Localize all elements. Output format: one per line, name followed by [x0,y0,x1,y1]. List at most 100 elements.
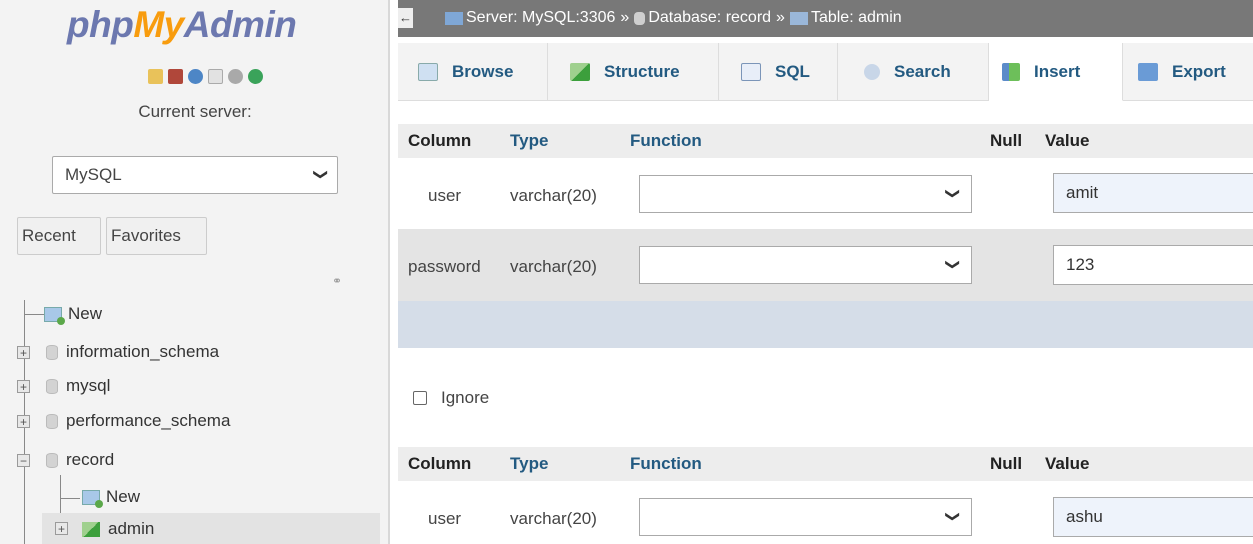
tree-item-admin[interactable]: admin [82,514,154,544]
value-input[interactable]: ashu [1053,497,1253,537]
phpmyadmin-logo[interactable]: phpMyAdmin [67,4,297,46]
tree-item-performance-schema[interactable]: performance_schema [46,406,230,436]
value-input[interactable]: amit [1053,173,1253,213]
tree-item-information-schema[interactable]: information_schema [46,337,219,367]
server-select-value: MySQL [65,165,122,184]
table-row: password varchar(20) ❯ 123 [398,229,1253,301]
value-input[interactable]: 123 [1053,245,1253,285]
tree-item-label: record [66,450,115,469]
tab-sql[interactable]: SQL [719,43,838,100]
tab-browse[interactable]: Browse [398,43,548,100]
function-header[interactable]: Function [630,454,702,474]
breadcrumb: Server: MySQL:3306 » Database: record » … [445,9,902,27]
database-icon [46,413,58,429]
expand-icon[interactable]: + [17,415,30,428]
collapse-nav-icon[interactable]: ← [398,8,413,28]
tab-label: Structure [604,61,680,81]
home-icon[interactable] [148,69,163,84]
function-select[interactable]: ❯ [639,246,972,284]
link-icon[interactable]: ⚭ [332,274,342,288]
expand-icon[interactable]: + [17,380,30,393]
expand-icon[interactable]: + [17,346,30,359]
table-header: Column Type Function Null Value [398,447,1253,481]
favorites-button[interactable]: Favorites [106,217,207,255]
database-icon [46,344,58,360]
breadcrumb-table[interactable]: Table: admin [811,9,902,27]
tree-item-label: performance_schema [66,411,231,430]
tree-item-label: admin [108,519,155,538]
reload-icon[interactable] [248,69,263,84]
chevron-down-icon: ❯ [945,258,962,271]
column-name: password [408,257,481,276]
null-header: Null [990,454,1023,473]
column-header: Column [408,454,472,473]
tab-label: Export [1172,61,1226,81]
breadcrumb-server[interactable]: Server: MySQL:3306 [466,9,615,27]
search-icon [864,63,880,80]
tab-export[interactable]: Export [1123,43,1253,100]
server-select[interactable]: MySQL ❯ [52,156,338,194]
collapse-icon[interactable]: − [17,454,30,467]
tab-label: Search [894,61,951,81]
tab-label: Browse [452,61,514,81]
type-header[interactable]: Type [510,131,548,151]
breadcrumb-database[interactable]: Database: record [648,9,771,27]
tree-item-new-table[interactable]: New [82,482,140,512]
recent-button[interactable]: Recent [17,217,101,255]
chevron-down-icon: ❯ [313,168,330,181]
breadcrumb-separator: » [620,9,630,26]
breadcrumb-separator: » [776,9,785,26]
column-type: varchar(20) [510,509,597,528]
settings-icon[interactable] [228,69,243,84]
table-header: Column Type Function Null Value [398,124,1253,158]
form-footer-bar [398,301,1253,348]
table-row: user varchar(20) ❯ amit [398,158,1253,229]
tree-item-new[interactable]: New [44,299,102,329]
function-select[interactable]: ❯ [639,498,972,536]
tab-label: SQL [775,61,810,81]
tree-item-mysql[interactable]: mysql [46,371,110,401]
value-header: Value [1045,131,1090,150]
ignore-label: Ignore [441,388,490,407]
column-header: Column [408,131,472,150]
tab-search[interactable]: Search [838,43,989,100]
database-icon [634,11,646,25]
column-type: varchar(20) [510,257,597,276]
browse-icon [418,62,438,81]
chevron-down-icon: ❯ [945,187,962,200]
value-header: Value [1045,454,1090,473]
tree-item-record[interactable]: record [46,445,114,475]
new-table-icon [82,489,103,508]
database-icon[interactable] [168,69,183,84]
function-header[interactable]: Function [630,131,702,151]
table-icon [789,11,808,25]
tree-item-label: New [106,487,141,506]
tree-item-label: mysql [66,376,111,395]
function-select[interactable]: ❯ [639,175,972,213]
tab-insert[interactable]: Insert [989,43,1123,101]
null-header: Null [990,131,1023,150]
breadcrumb-bar: ← Server: MySQL:3306 » Database: record … [398,0,1253,37]
insert-icon [1002,62,1020,81]
column-type: varchar(20) [510,186,597,205]
navigation-panel: phpMyAdmin Current server: MySQL ❯ Recen… [0,0,390,544]
nav-icon-links [148,69,263,84]
export-icon [1138,62,1158,81]
chevron-down-icon: ❯ [945,510,962,523]
server-icon [445,11,463,25]
structure-icon [570,62,590,81]
current-server-label: Current server: [138,102,252,121]
database-icon [46,452,58,468]
tab-structure[interactable]: Structure [548,43,719,100]
ignore-checkbox-row[interactable]: Ignore [413,388,489,408]
ignore-checkbox[interactable] [413,391,427,405]
docs-icon[interactable] [208,69,223,84]
expand-icon[interactable]: + [55,522,68,535]
help-icon[interactable] [188,69,203,84]
column-name: user [428,186,462,205]
type-header[interactable]: Type [510,454,548,474]
tree-item-label: New [68,304,103,323]
column-name: user [428,509,462,528]
sql-icon [741,62,761,81]
new-database-icon [44,306,65,325]
